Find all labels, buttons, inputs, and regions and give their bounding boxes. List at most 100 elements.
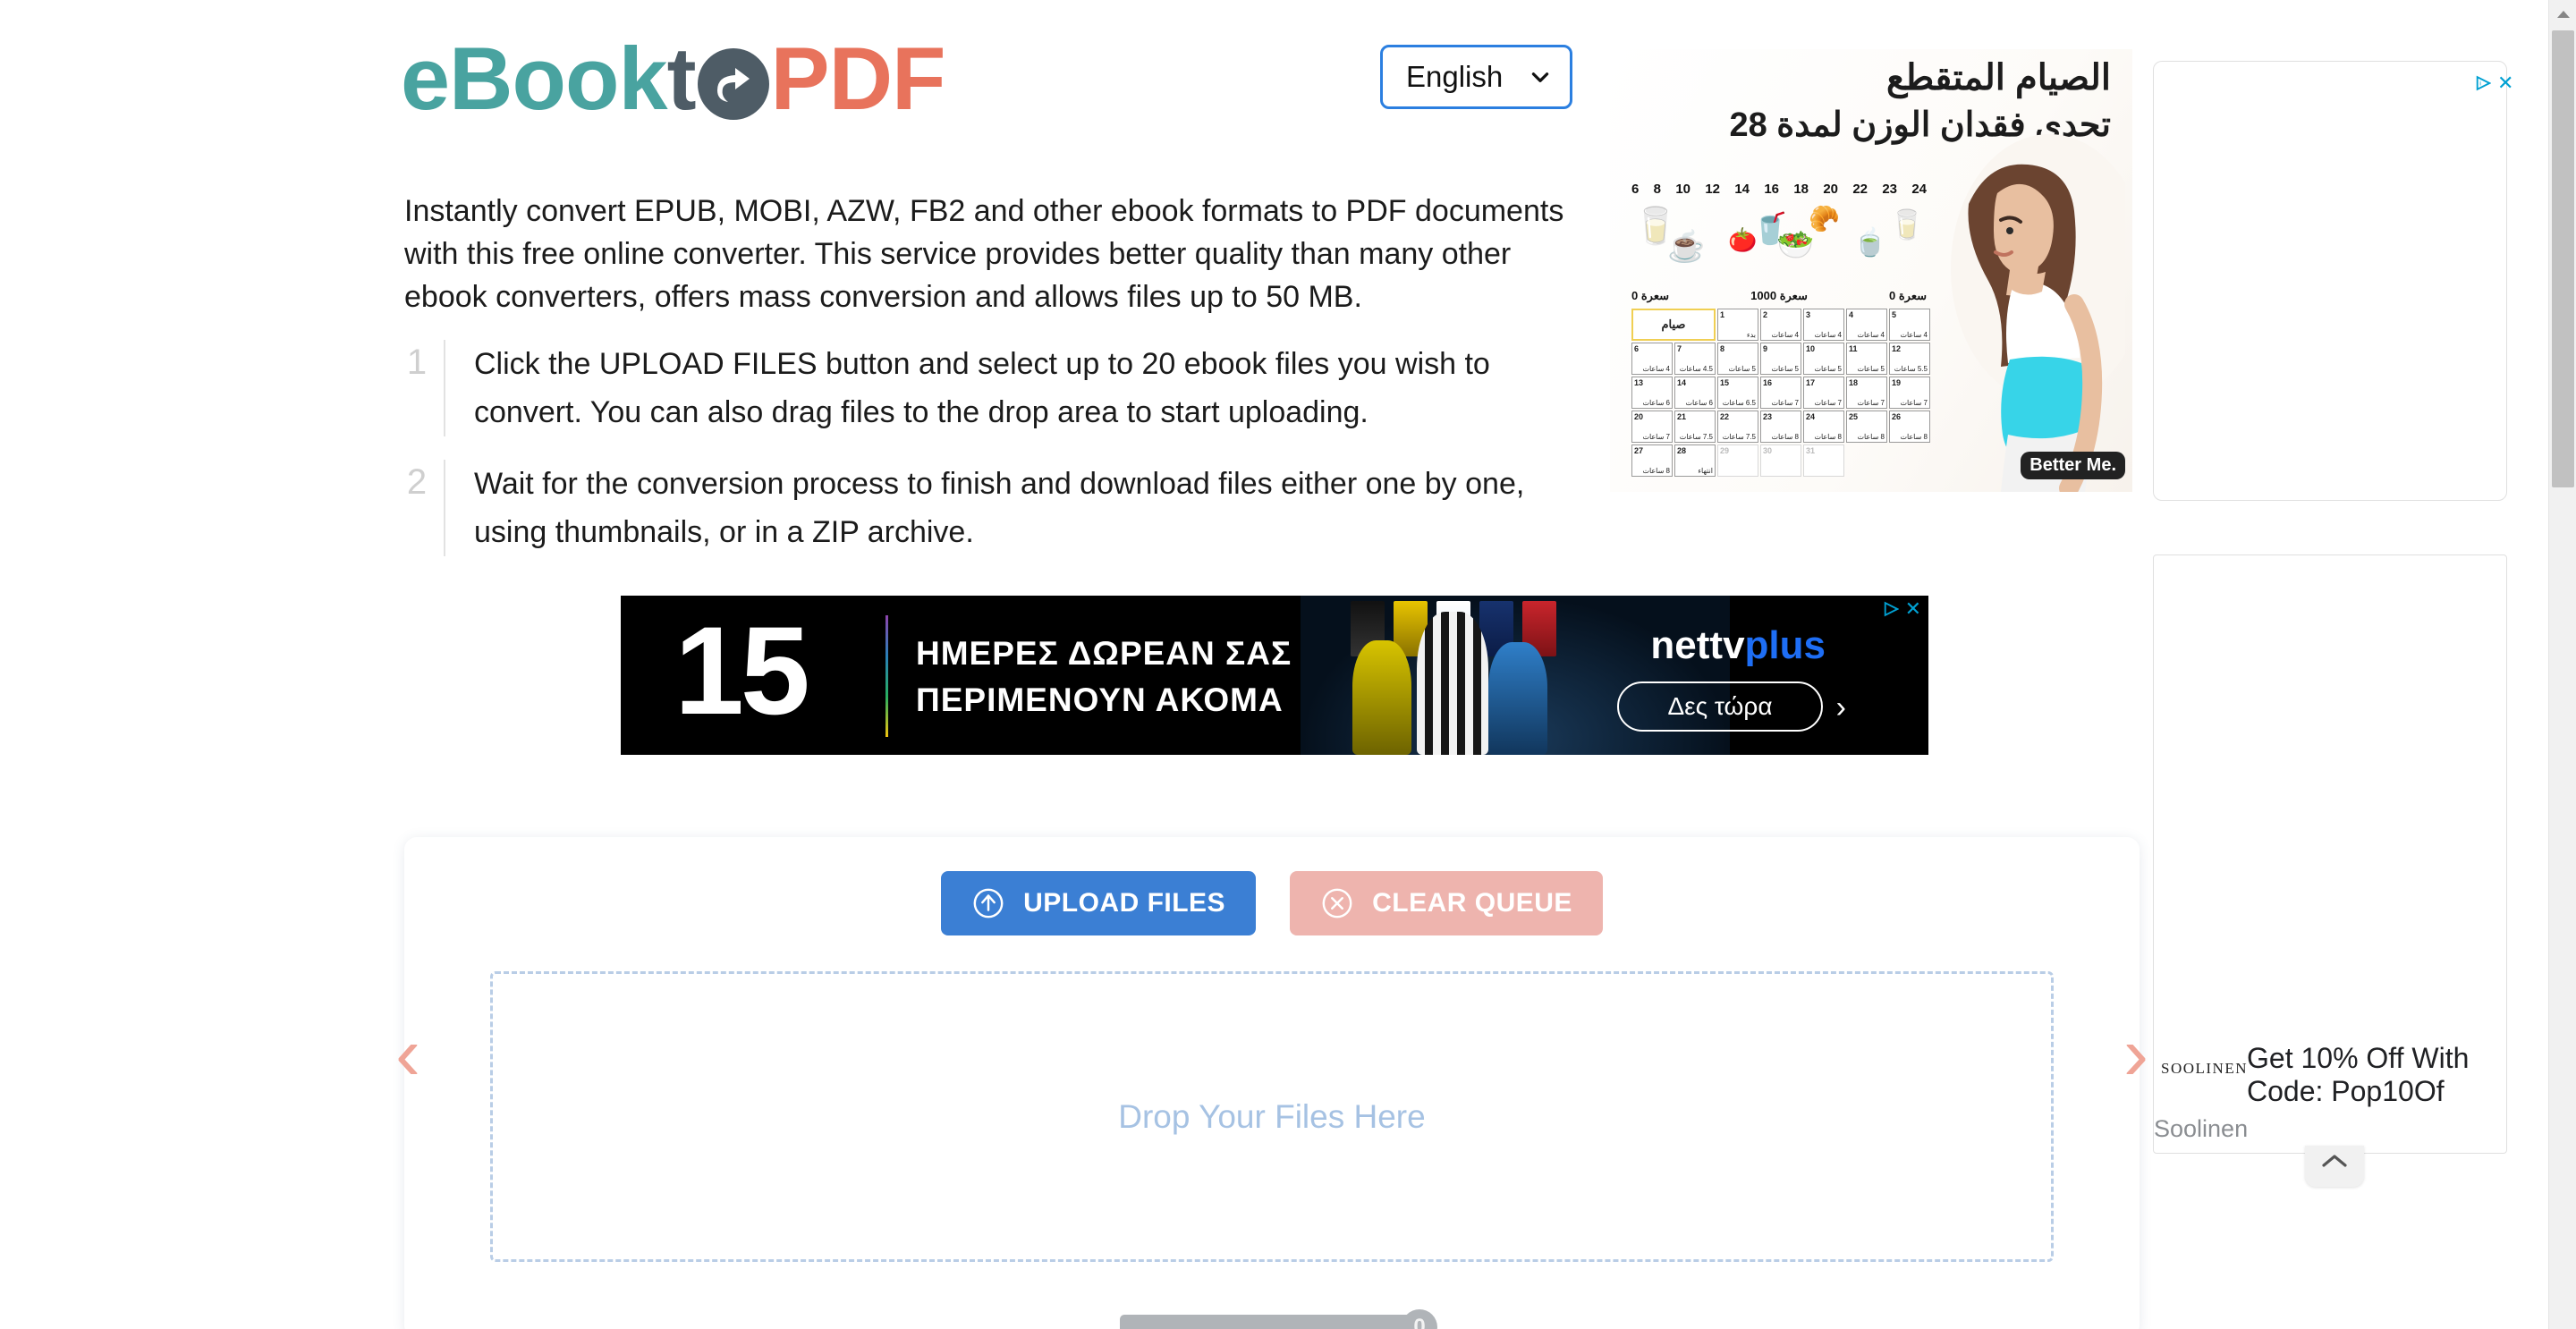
hour-tick: 10 [1675,182,1690,197]
adchoices-triangle-icon[interactable] [1884,601,1899,617]
upload-arrow-circle-icon [973,888,1004,918]
upload-files-button[interactable]: UPLOAD FILES [941,871,1257,935]
close-x-icon[interactable]: ✕ [2497,73,2513,93]
language-selector[interactable]: English [1380,45,1572,109]
chevron-left-icon[interactable]: ‹ [395,1016,420,1091]
instruction-steps: 1 Click the UPLOAD FILES button and sele… [401,340,1563,580]
calendar-header-cell: صيام [1631,309,1716,341]
ad-arabic-woman-illustration [1951,134,2125,492]
advertisement-arabic[interactable]: الصيام المتقطع تحدي فقدان الوزن لمدة 28 … [1610,49,2132,492]
ad-greek-line2: ΠΕΡΙΜΕΝΟΥΝ ΑΚΟΜΑ [916,681,1284,718]
calendar-day-cell: 64 ساعات [1631,343,1673,375]
chevron-right-icon: › [1835,690,1846,724]
soolinen-headline[interactable]: Get 10% Off With Code: Pop10Of [2247,1042,2506,1108]
site-logo[interactable]: eBookt PDF [401,34,946,123]
ad-greek-divider [886,615,888,737]
calendar-day-cell: 14 6 ساعات [1674,377,1716,409]
calendar-day-cell: 21 7.5 ساعات [1674,411,1716,443]
close-x-icon[interactable]: ✕ [1905,599,1921,619]
calendar-day-cell: 16 7 ساعات [1760,377,1801,409]
hour-tick: 23 [1882,182,1897,197]
ad-arabic-food-row: 🥛 ☕ 🍅 🥤 🥗 🥐 🍵 🥛 [1631,203,1927,292]
calendar-day-cell: 22 7.5 ساعات [1717,411,1758,443]
hour-tick: 22 [1852,182,1868,197]
calendar-day-cell: 23 8 ساعات [1760,411,1801,443]
bread-icon: 🥐 [1809,205,1840,233]
brand-name-sub: Me. [2086,455,2116,475]
ad-greek-cta-button[interactable]: Δες τώρα [1617,681,1823,732]
logo-text-pdf: PDF [770,29,946,128]
progress-bar-track [1120,1315,1415,1329]
coffee-cup-icon: ☕ [1667,230,1706,264]
converter-button-row: UPLOAD FILES CLEAR QUEUE [404,871,2140,935]
calendar-day-cell: 15 6.5 ساعات [1717,377,1758,409]
progress-count-badge: 0 [1402,1309,1437,1329]
brand-name-main: Better [2029,455,2082,475]
step-text: Wait for the conversion process to finis… [444,460,1563,556]
calendar-day-cell: 24 8 ساعات [1803,411,1844,443]
soolinen-logo: SOOLINEN [2161,1060,2248,1077]
hour-tick: 6 [1631,182,1640,197]
ad-greek-brand-logo: nettvplus [1650,626,1826,665]
ad-controls-greek[interactable]: ✕ [1884,599,1921,619]
step-text: Click the UPLOAD FILES button and select… [444,340,1563,436]
calendar-day-cell: 10 5 ساعات [1803,343,1844,375]
calendar-day-cell: 27 8 ساعات [1631,444,1673,477]
ad-soolinen[interactable]: SOOLINEN Get 10% Off With Code: Pop10Of … [2154,1038,2508,1146]
file-dropzone[interactable]: Drop Your Files Here [490,971,2054,1262]
clear-queue-button[interactable]: CLEAR QUEUE [1290,871,1603,935]
scroll-up-arrow-icon[interactable] [2549,0,2576,28]
language-select-control[interactable]: English [1380,45,1572,109]
calendar-day-cell: 1 بدء [1717,309,1758,341]
calendar-day-cell: 11 5 ساعات [1846,343,1887,375]
calendar-day-cell: 29 [1717,444,1758,477]
page-root: eBookt PDF English Instantly convert EPUB… [0,0,2576,1329]
convert-circular-arrow-icon [697,48,769,120]
calendar-day-cell: 24 ساعات [1760,309,1801,341]
scrollbar-thumb[interactable] [2552,30,2574,487]
chevron-down-icon [1531,72,1549,82]
svg-text:i: i [2479,80,2481,88]
ad-arabic-title: الصيام المتقطع [1886,58,2111,97]
calendar-day-cell: 20 7 ساعات [1631,411,1673,443]
advertisement-sidebar-bottom[interactable]: SOOLINEN Get 10% Off With Code: Pop10Of … [2153,554,2507,1154]
calorie-label: سعرة 1000 [1750,289,1808,302]
advertisement-greek-banner[interactable]: 15 ΗΜΕΡΕΣ ΔΩΡΕΑΝ ΣΑΣ ΠΕΡΙΜΕΝΟΥΝ ΑΚΟΜΑ ne… [621,596,1928,755]
hour-tick: 16 [1764,182,1779,197]
step-number: 2 [406,462,428,502]
list-item: 1 Click the UPLOAD FILES button and sele… [401,340,1563,436]
adchoices-triangle-icon[interactable]: i [2476,75,2491,91]
brand-plus: plus [1744,623,1826,667]
calendar-day-cell: 17 7 ساعات [1803,377,1844,409]
ad-collapse-button[interactable] [2305,1146,2364,1187]
logo-text-t: t [666,29,697,128]
hour-tick: 18 [1793,182,1809,197]
calorie-label: سعرة 0 [1631,289,1669,302]
brand-nettv: nettv [1650,623,1745,667]
calendar-day-cell: 95 ساعات [1760,343,1801,375]
logo-text-ebook: eBook [401,29,668,128]
calendar-day-cell: 85 ساعات [1717,343,1758,375]
hour-tick: 14 [1734,182,1750,197]
ad-arabic-brand-badge: Better Me. [2021,452,2125,479]
calendar-day-cell: 28 انتهاء [1674,444,1716,477]
calendar-day-cell: 31 [1803,444,1844,477]
chevron-up-icon [2322,1155,2347,1167]
advertisement-sidebar-top[interactable] [2153,61,2507,501]
tea-cup-icon: 🍵 [1853,228,1887,258]
soolinen-advertiser: Soolinen [2154,1115,2249,1142]
dropzone-label: Drop Your Files Here [1118,1097,1426,1135]
hour-tick: 8 [1653,182,1661,197]
ad-controls-sidebar-top[interactable]: i ✕ [2476,73,2513,93]
upload-files-label: UPLOAD FILES [1023,888,1226,918]
ad-greek-number: 15 [674,600,810,741]
ad-arabic-hour-scale: 6 8 10 12 14 16 18 20 22 23 24 [1631,182,1927,197]
calendar-day-cell: 34 ساعات [1803,309,1844,341]
calendar-day-cell: 7 4.5 ساعات [1674,343,1716,375]
list-item: 2 Wait for the conversion process to fin… [401,460,1563,556]
ad-arabic-calendar: صيام 1 بدء 2 4 ساعات 3 4 ساعات 4 4 ساعات 5 4 ساعات… [1631,309,1930,477]
browser-scrollbar[interactable] [2548,0,2576,1329]
chevron-right-icon[interactable]: › [2123,1016,2148,1091]
conversion-progress: 0 [1120,1309,1437,1329]
step-number: 1 [406,343,428,382]
